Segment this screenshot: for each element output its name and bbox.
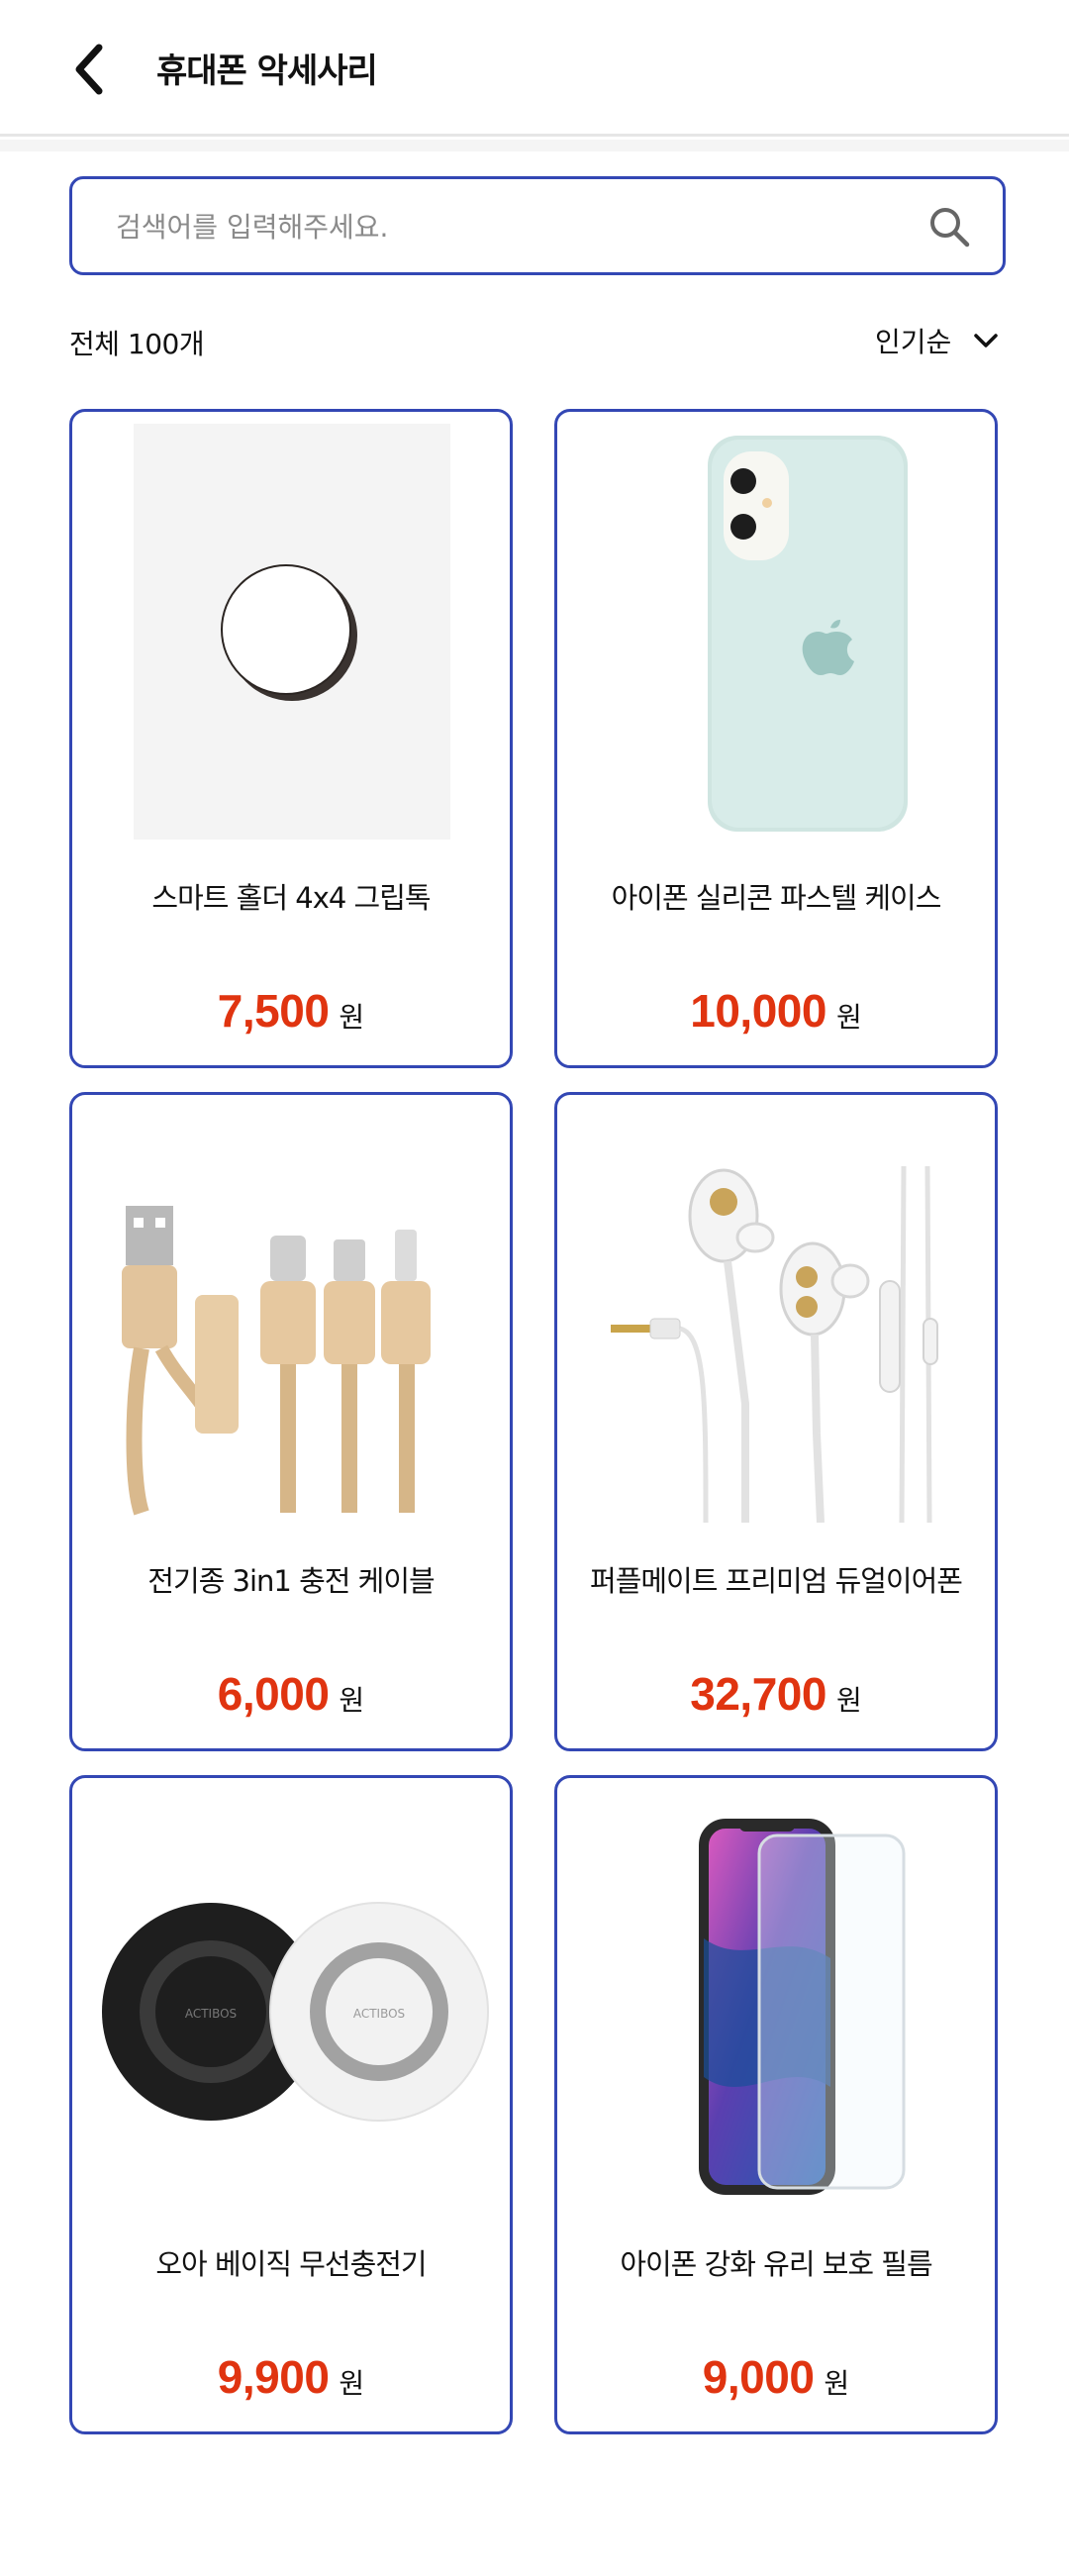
grip-holder-image [112,424,472,840]
price-row: 32,700 원 [557,1667,995,1721]
search-icon[interactable] [927,205,971,248]
price-unit: 원 [835,1001,862,1034]
price-row: 9,000 원 [557,2350,995,2404]
search-box[interactable] [69,176,1006,275]
wireless-charger-image: ACTIBOS ACTIBOS [86,1790,502,2206]
product-price: 9,900 [217,2351,330,2403]
price-row: 6,000 원 [72,1667,510,1721]
screen-protector-image [597,1790,957,2206]
product-price: 7,500 [217,985,330,1037]
result-count: 전체 100개 [69,328,205,360]
price-row: 9,900 원 [72,2350,510,2404]
product-name: 아이폰 실리콘 파스텔 케이스 [611,881,942,915]
sort-label: 인기순 [875,326,952,358]
product-card[interactable]: 아이폰 실리콘 파스텔 케이스 10,000 원 [554,409,998,1068]
price-unit: 원 [339,1001,365,1034]
page-title: 휴대폰 악세사리 [156,51,378,91]
product-card[interactable]: 아이폰 강화 유리 보호 필름 9,000 원 [554,1775,998,2434]
product-card[interactable]: 스마트 홀더 4x4 그립톡 7,500 원 [69,409,513,1068]
product-name: 오아 베이직 무선충전기 [155,2247,427,2281]
price-unit: 원 [824,2367,850,2400]
header-divider [0,140,1069,151]
product-price: 32,700 [690,1668,826,1720]
price-unit: 원 [339,2367,365,2400]
product-price: 9,000 [702,2351,815,2403]
product-price: 6,000 [217,1668,330,1720]
product-card[interactable]: ACTIBOS ACTIBOS 오아 베이직 무선충전기 9,900 원 [69,1775,513,2434]
product-name: 아이폰 강화 유리 보호 필름 [620,2247,932,2281]
charging-cable-image [112,1107,472,1523]
product-name: 스마트 홀더 4x4 그립톡 [151,881,431,915]
charger-brand-text: ACTIBOS [353,2007,405,2021]
price-row: 10,000 원 [557,984,995,1038]
product-card[interactable]: 전기종 3in1 충전 케이블 6,000 원 [69,1092,513,1751]
app-header: 휴대폰 악세사리 [0,0,1069,137]
product-name: 퍼플메이트 프리미엄 듀얼이어폰 [590,1564,963,1598]
price-unit: 원 [339,1684,365,1717]
chevron-left-icon [75,44,103,95]
earphones-image [597,1107,957,1523]
charger-brand-text: ACTIBOS [185,2007,237,2021]
search-input[interactable] [116,205,908,248]
silicone-case-image [597,424,957,840]
product-price: 10,000 [690,985,826,1037]
back-button[interactable] [49,30,129,109]
sort-dropdown[interactable]: 인기순 [875,313,999,368]
price-unit: 원 [835,1684,862,1717]
price-row: 7,500 원 [72,984,510,1038]
product-card[interactable]: 퍼플메이트 프리미엄 듀얼이어폰 32,700 원 [554,1092,998,1751]
chevron-down-icon [974,334,999,347]
product-name: 전기종 3in1 충전 케이블 [147,1564,435,1598]
